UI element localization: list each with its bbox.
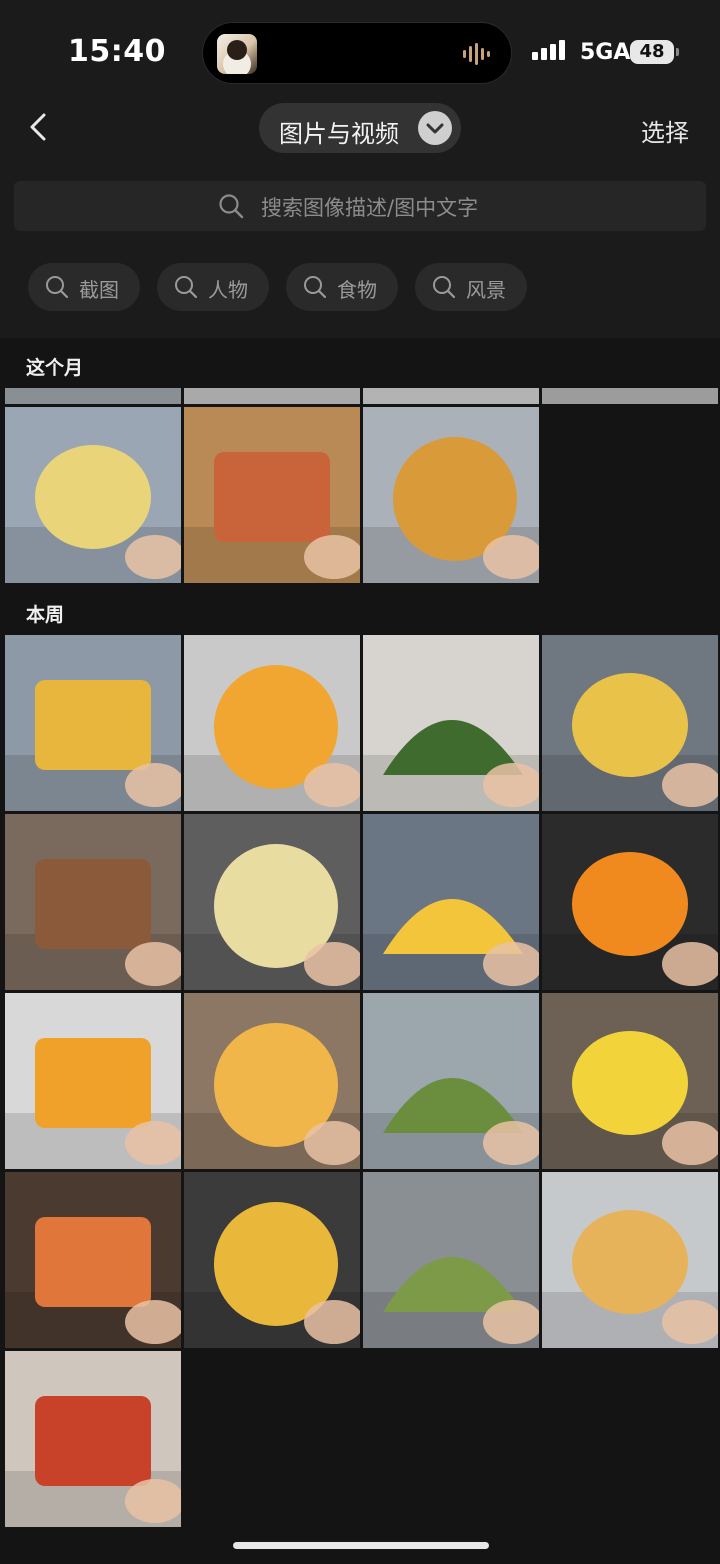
page-title: 图片与视频 <box>279 120 399 148</box>
photo-thumbnail[interactable] <box>363 814 539 990</box>
now-playing-avatar <box>217 34 257 74</box>
audio-wave-icon <box>463 43 493 65</box>
photo-thumbnail[interactable] <box>184 814 360 990</box>
select-button[interactable]: 选择 <box>641 113 689 148</box>
photo-library[interactable]: 这个月 本周 <box>0 338 720 1564</box>
chip-label: 人物 <box>208 278 248 302</box>
photo-grid-this-month <box>5 407 718 583</box>
photo-thumbnail[interactable] <box>5 1351 181 1527</box>
search-icon <box>219 194 244 219</box>
section-title-this-week: 本周 <box>26 604 65 626</box>
photo-thumbnail[interactable] <box>5 814 181 990</box>
photo-thumbnail[interactable] <box>5 993 181 1169</box>
photo-thumbnail[interactable] <box>542 814 718 990</box>
status-bar: 15:40 5GA 48 <box>0 0 720 100</box>
photo-thumbnail[interactable] <box>363 993 539 1169</box>
photo-thumbnail[interactable] <box>542 388 718 404</box>
photo-thumbnail[interactable] <box>542 993 718 1169</box>
chevron-down-icon <box>418 111 452 145</box>
search-icon <box>433 276 456 299</box>
photo-grid-this-week <box>5 635 718 1527</box>
partial-row <box>5 388 718 404</box>
photo-thumbnail[interactable] <box>363 1172 539 1348</box>
photo-thumbnail[interactable] <box>5 407 181 583</box>
status-time: 15:40 <box>68 34 166 69</box>
chip-scenery[interactable]: 风景 <box>415 263 527 311</box>
battery-indicator: 48 <box>630 40 679 64</box>
photo-thumbnail[interactable] <box>363 635 539 811</box>
chip-label: 截图 <box>79 278 119 302</box>
chip-screenshot[interactable]: 截图 <box>28 263 140 311</box>
chip-food[interactable]: 食物 <box>286 263 398 311</box>
photo-thumbnail[interactable] <box>184 1172 360 1348</box>
dynamic-island[interactable] <box>202 22 512 84</box>
search-icon <box>46 276 69 299</box>
photo-thumbnail[interactable] <box>184 407 360 583</box>
search-placeholder: 搜索图像描述/图中文字 <box>261 196 479 220</box>
photo-thumbnail[interactable] <box>184 635 360 811</box>
album-switcher[interactable]: 图片与视频 <box>259 103 461 153</box>
back-chevron-icon[interactable] <box>24 112 54 142</box>
chip-label: 食物 <box>337 278 377 302</box>
photo-thumbnail[interactable] <box>542 1172 718 1348</box>
photo-thumbnail[interactable] <box>184 993 360 1169</box>
photo-thumbnail[interactable] <box>542 635 718 811</box>
photo-thumbnail[interactable] <box>5 635 181 811</box>
search-input[interactable]: 搜索图像描述/图中文字 <box>14 181 706 231</box>
search-icon <box>175 276 198 299</box>
photo-thumbnail[interactable] <box>363 407 539 583</box>
search-icon <box>304 276 327 299</box>
chip-label: 风景 <box>466 278 506 302</box>
chip-people[interactable]: 人物 <box>157 263 269 311</box>
photo-thumbnail[interactable] <box>184 388 360 404</box>
network-type: 5GA <box>580 40 631 65</box>
section-title-this-month: 这个月 <box>26 357 84 379</box>
signal-bars-icon <box>532 40 565 60</box>
photo-thumbnail[interactable] <box>363 388 539 404</box>
photo-thumbnail[interactable] <box>5 1172 181 1348</box>
home-indicator[interactable] <box>233 1542 489 1549</box>
photo-thumbnail[interactable] <box>5 388 181 404</box>
category-chips: 截图 人物 食物 风景 <box>28 263 527 311</box>
